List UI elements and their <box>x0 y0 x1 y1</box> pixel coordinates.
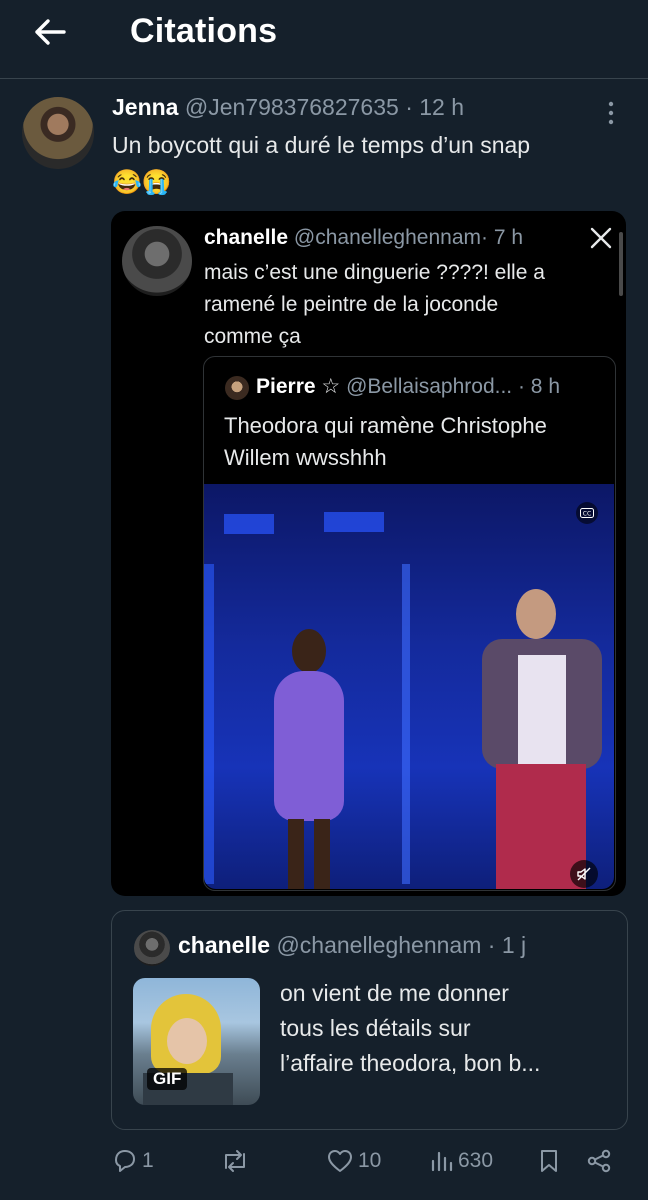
handle[interactable]: @chanelleghennam <box>276 932 481 958</box>
quoted-header: chanelle @chanelleghennam· 7 h <box>204 226 523 250</box>
display-name[interactable]: chanelle <box>178 932 270 958</box>
timestamp[interactable]: · 12 h <box>405 94 464 120</box>
page-title: Citations <box>130 12 278 50</box>
quoted-text: mais c’est une dinguerie ????! elle a ra… <box>204 257 545 353</box>
display-name[interactable]: chanelle <box>204 226 288 249</box>
avatar[interactable] <box>225 376 249 400</box>
reply-button[interactable]: 1 <box>112 1148 154 1174</box>
heart-icon <box>326 1148 354 1174</box>
display-name[interactable]: Jenna <box>112 94 178 120</box>
top-bar <box>0 0 648 79</box>
scrollbar[interactable] <box>619 232 623 296</box>
avatar[interactable] <box>22 97 94 169</box>
share-icon <box>586 1148 612 1174</box>
views-icon <box>430 1148 454 1174</box>
text-line: comme ça <box>204 325 301 348</box>
like-count: 10 <box>358 1149 382 1172</box>
video-player[interactable] <box>204 484 614 889</box>
performer-left <box>254 629 364 889</box>
captions-icon[interactable]: CC <box>576 502 598 524</box>
tweet-emoji: 😂😭 <box>112 169 172 196</box>
text-line: l’affaire theodora, bon b... <box>280 1050 541 1076</box>
gif-badge: GIF <box>147 1068 188 1090</box>
performer-right <box>472 589 612 889</box>
bookmark-icon <box>538 1148 560 1174</box>
text-line: tous les détails sur <box>280 1015 471 1041</box>
retweet-icon <box>220 1148 250 1174</box>
tweet-text: Un boycott qui a duré le temps d’un snap <box>112 132 531 158</box>
handle[interactable]: @Jen798376827635 <box>185 94 399 120</box>
back-arrow-icon[interactable] <box>30 14 70 50</box>
share-button[interactable] <box>586 1148 612 1174</box>
views-button[interactable]: 630 <box>430 1148 493 1174</box>
nested-text: Theodora qui ramène Christophe Willem ww… <box>224 410 547 474</box>
display-name[interactable]: Pierre <box>256 375 316 398</box>
reply-count: 1 <box>142 1149 154 1172</box>
views-count: 630 <box>458 1149 494 1172</box>
retweet-button[interactable] <box>220 1148 254 1174</box>
bookmark-button[interactable] <box>538 1148 560 1174</box>
text-line: Theodora qui ramène Christophe <box>224 413 547 438</box>
svg-text:CC: CC <box>583 511 591 518</box>
mute-icon[interactable] <box>570 860 598 888</box>
timestamp[interactable]: · 7 h <box>481 226 523 249</box>
handle[interactable]: @chanelleghennam <box>294 226 481 249</box>
timestamp[interactable]: · 1 j <box>488 932 526 958</box>
text-line: Willem wwsshhh <box>224 445 387 470</box>
like-button[interactable]: 10 <box>326 1148 381 1174</box>
handle[interactable]: @Bellaisaphrod... <box>346 375 512 398</box>
star-icon: ☆ <box>321 375 341 398</box>
reply-icon <box>112 1148 138 1174</box>
x-logo-icon <box>589 226 613 250</box>
text-line: on vient de me donner <box>280 980 509 1006</box>
text-line: ramené le peintre de la joconde <box>204 293 499 316</box>
avatar[interactable] <box>122 226 192 296</box>
timestamp[interactable]: · 8 h <box>518 375 560 398</box>
second-quote-header: chanelle @chanelleghennam · 1 j <box>178 932 526 959</box>
text-line: mais c’est une dinguerie ????! elle a <box>204 261 545 284</box>
avatar[interactable] <box>134 930 170 966</box>
gif-thumbnail[interactable]: GIF <box>133 978 260 1105</box>
more-options-icon[interactable] <box>604 100 618 126</box>
nested-header: Pierre ☆ @Bellaisaphrod... · 8 h <box>256 374 560 399</box>
second-quote-text: on vient de me donner tous les détails s… <box>280 976 540 1081</box>
tweet-header: Jenna @Jen798376827635 · 12 h <box>112 94 464 121</box>
